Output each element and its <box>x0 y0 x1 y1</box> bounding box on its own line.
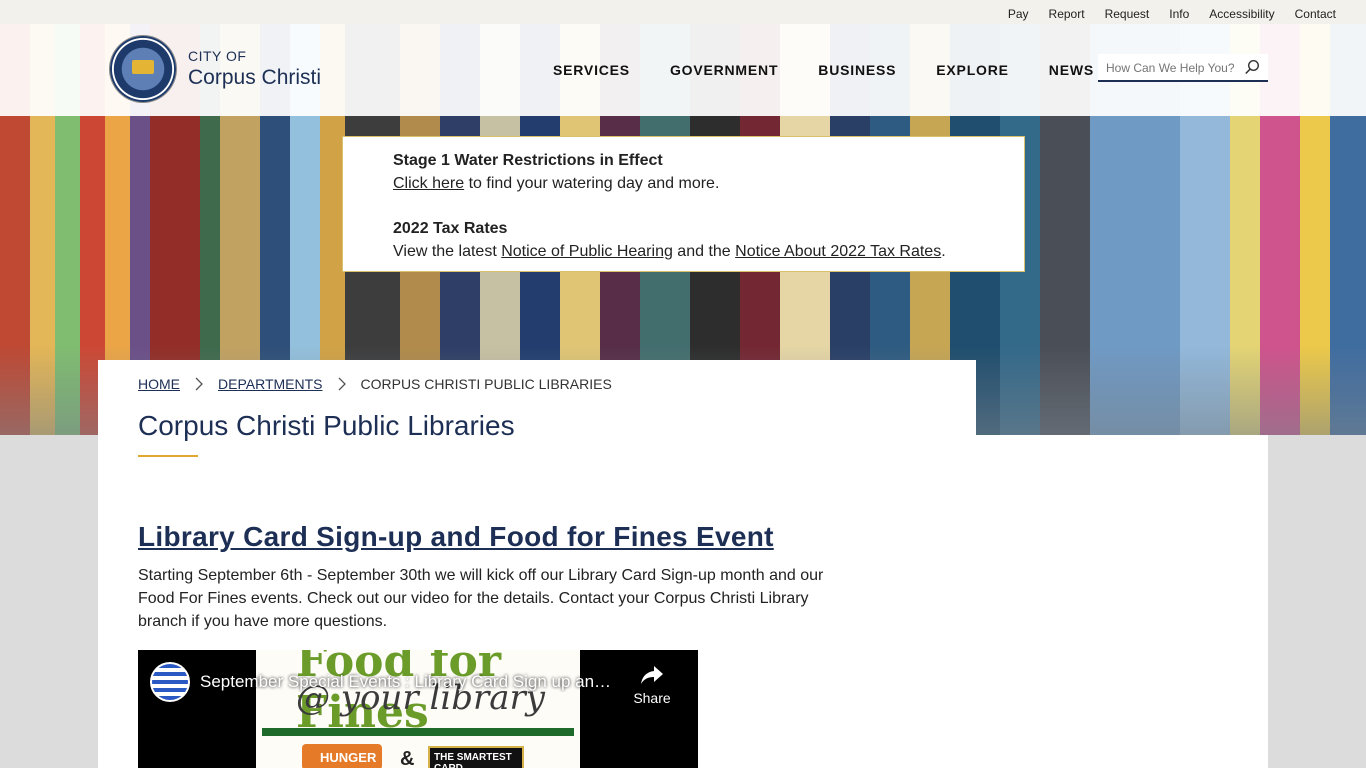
seal-ship-icon <box>132 60 154 74</box>
water-click-here-link[interactable]: Click here <box>393 175 464 192</box>
breadcrumb-current: CORPUS CHRISTI PUBLIC LIBRARIES <box>360 376 612 392</box>
alert-tax-title: 2022 Tax Rates <box>393 220 508 237</box>
utility-link-accessibility[interactable]: Accessibility <box>1209 7 1274 21</box>
alert-tax-suffix: . <box>941 243 946 260</box>
event-title-link[interactable]: Library Card Sign-up and Food for Fines … <box>138 521 774 553</box>
utility-link-request[interactable]: Request <box>1105 7 1150 21</box>
breadcrumb-home[interactable]: HOME <box>138 376 180 392</box>
city-seal-logo[interactable] <box>110 36 176 102</box>
search-input[interactable] <box>1106 60 1242 76</box>
event-description: Starting September 6th - September 30th … <box>138 567 824 630</box>
notice-public-hearing-link[interactable]: Notice of Public Hearing <box>501 243 673 260</box>
brand-name[interactable]: Corpus Christi <box>188 66 321 90</box>
alert-tax-mid: and the <box>672 243 736 260</box>
youtube-video-embed[interactable]: Food for Fines @ your library HUNGER & T… <box>138 650 698 768</box>
search-icon[interactable] <box>1244 59 1260 75</box>
page-title: Corpus Christi Public Libraries <box>138 410 515 441</box>
alert-water-line: Click here to find your watering day and… <box>393 172 1024 195</box>
alert-water-text: to find your watering day and more. <box>464 175 720 192</box>
site-header: CITY OF Corpus Christi SERVICES GOVERNME… <box>0 24 1366 116</box>
breadcrumb: HOME DEPARTMENTS CORPUS CHRISTI PUBLIC L… <box>138 376 612 392</box>
notice-tax-rates-link[interactable]: Notice About 2022 Tax Rates <box>735 243 941 260</box>
main-nav: SERVICES GOVERNMENT BUSINESS EXPLORE NEW… <box>553 62 1094 80</box>
nav-news[interactable]: NEWS <box>1049 62 1094 78</box>
share-label: Share <box>633 690 671 706</box>
utility-bar: Pay Report Request Info Accessibility Co… <box>0 0 1366 24</box>
chevron-right-icon <box>338 377 346 391</box>
video-thumbnail: Food for Fines @ your library HUNGER & T… <box>256 650 580 768</box>
share-button[interactable]: Share <box>632 664 672 706</box>
thumb-ampersand: & <box>400 748 415 768</box>
nav-services[interactable]: SERVICES <box>553 62 630 78</box>
video-title[interactable]: September Special Events : Library Card … <box>200 672 620 692</box>
utility-link-pay[interactable]: Pay <box>1008 7 1029 21</box>
nav-business[interactable]: BUSINESS <box>818 62 896 78</box>
alert-tax-line: View the latest Notice of Public Hearing… <box>393 240 1024 263</box>
utility-link-contact[interactable]: Contact <box>1295 7 1336 21</box>
title-underline <box>138 455 198 457</box>
thumb-green-bar <box>262 728 574 736</box>
channel-avatar[interactable] <box>150 662 190 702</box>
thumb-smartest-card-badge: THE SMARTEST CARD <box>428 746 524 768</box>
alert-tax-prefix: View the latest <box>393 243 502 260</box>
nav-government[interactable]: GOVERNMENT <box>670 62 778 78</box>
utility-link-info[interactable]: Info <box>1169 7 1189 21</box>
chevron-right-icon <box>195 377 203 391</box>
breadcrumb-departments[interactable]: DEPARTMENTS <box>218 376 323 392</box>
nav-explore[interactable]: EXPLORE <box>936 62 1009 78</box>
thumb-hunger-badge: HUNGER <box>302 744 382 768</box>
alert-box: Stage 1 Water Restrictions in Effect Cli… <box>342 136 1025 272</box>
search-box <box>1098 54 1268 82</box>
alert-water-title: Stage 1 Water Restrictions in Effect <box>393 152 663 169</box>
utility-link-report[interactable]: Report <box>1049 7 1085 21</box>
brand-city-of: CITY OF <box>188 48 247 64</box>
share-icon <box>641 666 663 684</box>
